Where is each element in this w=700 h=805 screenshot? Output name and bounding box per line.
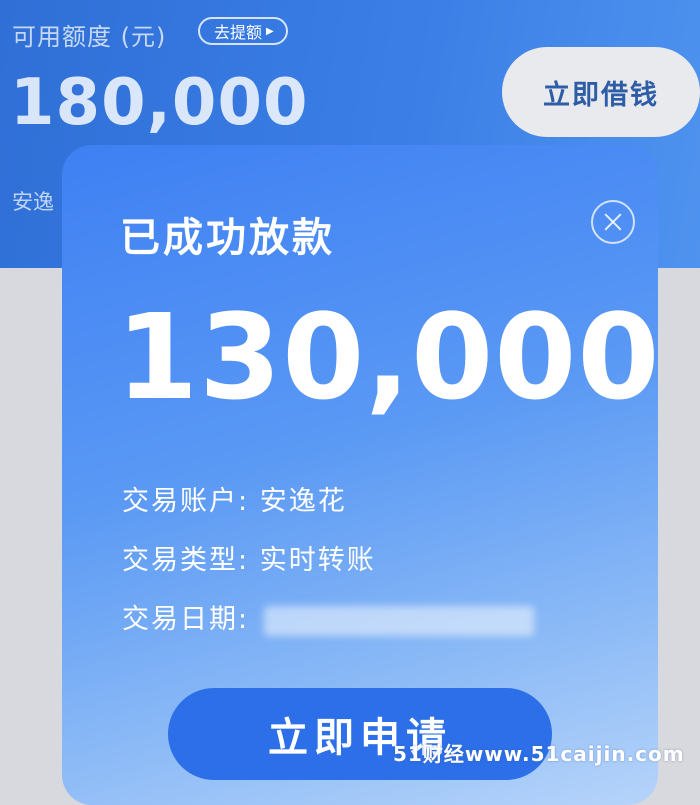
borrow-now-button[interactable]: 立即借钱 — [502, 47, 700, 137]
transaction-account-value: 安逸花 — [259, 486, 347, 517]
loan-success-dialog: 已成功放款 130,000 交易账户: 安逸花 交易类型: 实时转账 交易日期:… — [62, 145, 661, 805]
play-arrow-icon: ▶ — [266, 25, 274, 37]
blurred-date-value — [263, 605, 534, 636]
transaction-account-label: 交易账户: — [122, 486, 250, 517]
available-credit-label: 可用额度 (元) — [12, 23, 167, 51]
transaction-account-row: 交易账户: 安逸花 — [122, 479, 347, 518]
close-icon[interactable] — [591, 200, 635, 244]
raise-limit-label: 去提额 — [214, 23, 263, 42]
transaction-type-label: 交易类型: — [122, 545, 250, 576]
raise-limit-button[interactable]: 去提额 ▶ — [198, 17, 288, 45]
transaction-type-row: 交易类型: 实时转账 — [122, 538, 376, 577]
transaction-date-label: 交易日期: — [122, 604, 250, 635]
dialog-title: 已成功放款 — [120, 215, 335, 261]
watermark-text: 51财经www.51caijin.com — [393, 742, 685, 766]
available-credit-amount: 180,000 — [10, 66, 309, 140]
product-name-label: 安逸 — [12, 190, 54, 214]
transaction-date-row: 交易日期: — [122, 597, 534, 636]
loan-amount: 130,000 — [116, 288, 661, 426]
transaction-type-value: 实时转账 — [259, 545, 376, 576]
